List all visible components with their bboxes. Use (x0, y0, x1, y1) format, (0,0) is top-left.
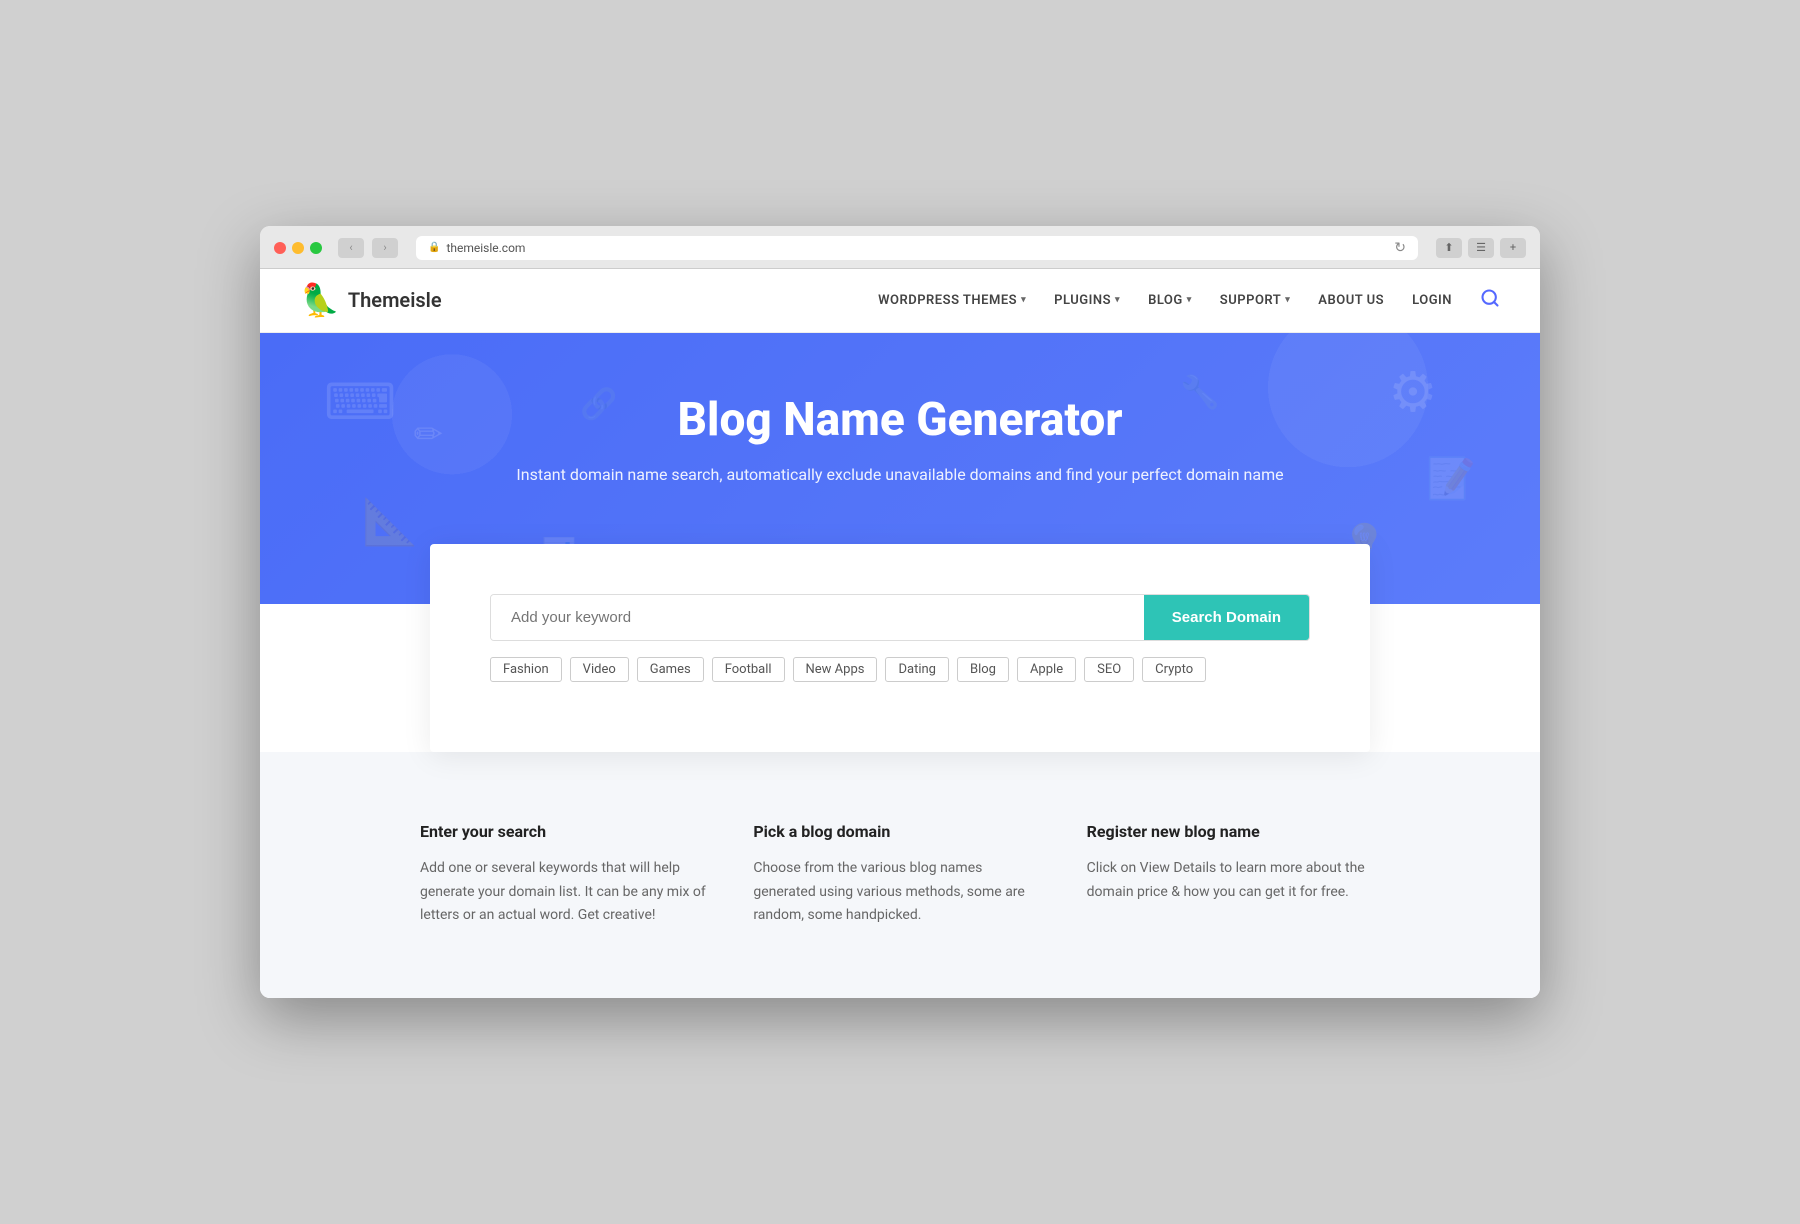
site-header: 🦜 Themeisle WORDPRESS THEMES ▾ PLUGINS ▾… (260, 269, 1540, 333)
traffic-lights (274, 242, 322, 254)
steps-section: Enter your search Add one or several key… (260, 752, 1540, 998)
tag-crypto[interactable]: Crypto (1142, 657, 1206, 682)
nav-login[interactable]: LOGIN (1412, 293, 1452, 308)
tag-blog[interactable]: Blog (957, 657, 1009, 682)
chevron-down-icon: ▾ (1187, 295, 1192, 305)
tag-football[interactable]: Football (712, 657, 785, 682)
step-2-title: Pick a blog domain (753, 822, 1046, 841)
tag-apple[interactable]: Apple (1017, 657, 1076, 682)
url-bar[interactable]: 🔒 themeisle.com ↻ (416, 236, 1418, 260)
tag-fashion[interactable]: Fashion (490, 657, 562, 682)
nav-wordpress-themes[interactable]: WORDPRESS THEMES ▾ (878, 293, 1026, 308)
nav-about-us[interactable]: ABOUT US (1318, 293, 1384, 308)
chevron-down-icon: ▾ (1021, 295, 1026, 305)
logo-text: Themeisle (348, 288, 442, 312)
lock-icon: 🔒 (428, 242, 440, 253)
search-bar: Search Domain (490, 594, 1310, 641)
back-button[interactable]: ‹ (338, 238, 364, 258)
browser-window: ‹ › 🔒 themeisle.com ↻ ⬆ ☰ + 🦜 Themeisle (260, 226, 1540, 998)
search-card: Search Domain Fashion Video Games Footba… (430, 544, 1370, 752)
logo-icon: 🦜 (300, 281, 340, 319)
step-1-description: Add one or several keywords that will he… (420, 857, 713, 928)
search-domain-button[interactable]: Search Domain (1144, 595, 1309, 640)
tag-seo[interactable]: SEO (1084, 657, 1134, 682)
step-2: Pick a blog domain Choose from the vario… (753, 812, 1046, 938)
step-3-description: Click on View Details to learn more abou… (1087, 857, 1380, 905)
maximize-button[interactable] (310, 242, 322, 254)
new-tab-button[interactable]: + (1500, 238, 1526, 258)
search-input[interactable] (491, 595, 1144, 640)
minimize-button[interactable] (292, 242, 304, 254)
search-icon[interactable] (1480, 288, 1500, 313)
share-button[interactable]: ⬆ (1436, 238, 1462, 258)
reader-button[interactable]: ☰ (1468, 238, 1494, 258)
hero-section: ⌨ ✏ 📐 ⚙ 📝 💡 🔗 📊 🔧 Blog Name Generator In… (260, 333, 1540, 752)
nav-plugins[interactable]: PLUGINS ▾ (1054, 293, 1120, 308)
hero-subtitle: Instant domain name search, automaticall… (300, 465, 1500, 484)
tag-dating[interactable]: Dating (885, 657, 949, 682)
forward-button[interactable]: › (372, 238, 398, 258)
hero-title: Blog Name Generator (300, 393, 1500, 447)
chevron-down-icon: ▾ (1285, 295, 1290, 305)
logo[interactable]: 🦜 Themeisle (300, 281, 442, 319)
nav-support[interactable]: SUPPORT ▾ (1220, 293, 1291, 308)
keyword-tags: Fashion Video Games Football New Apps Da… (490, 657, 1310, 682)
reload-icon[interactable]: ↻ (1394, 240, 1406, 256)
browser-actions: ⬆ ☰ + (1436, 238, 1526, 258)
nav-blog[interactable]: BLOG ▾ (1148, 293, 1192, 308)
tag-new-apps[interactable]: New Apps (793, 657, 878, 682)
chevron-down-icon: ▾ (1115, 295, 1120, 305)
tag-video[interactable]: Video (570, 657, 629, 682)
website: 🦜 Themeisle WORDPRESS THEMES ▾ PLUGINS ▾… (260, 269, 1540, 998)
url-text: themeisle.com (446, 241, 525, 255)
tag-games[interactable]: Games (637, 657, 704, 682)
browser-controls: ‹ › 🔒 themeisle.com ↻ ⬆ ☰ + (274, 236, 1526, 260)
main-nav: WORDPRESS THEMES ▾ PLUGINS ▾ BLOG ▾ SUPP… (878, 288, 1500, 313)
search-card-wrapper: Search Domain Fashion Video Games Footba… (260, 544, 1540, 752)
step-1: Enter your search Add one or several key… (420, 812, 713, 938)
close-button[interactable] (274, 242, 286, 254)
step-2-description: Choose from the various blog names gener… (753, 857, 1046, 928)
step-1-title: Enter your search (420, 822, 713, 841)
step-3-title: Register new blog name (1087, 822, 1380, 841)
step-3: Register new blog name Click on View Det… (1087, 812, 1380, 938)
browser-chrome: ‹ › 🔒 themeisle.com ↻ ⬆ ☰ + (260, 226, 1540, 269)
